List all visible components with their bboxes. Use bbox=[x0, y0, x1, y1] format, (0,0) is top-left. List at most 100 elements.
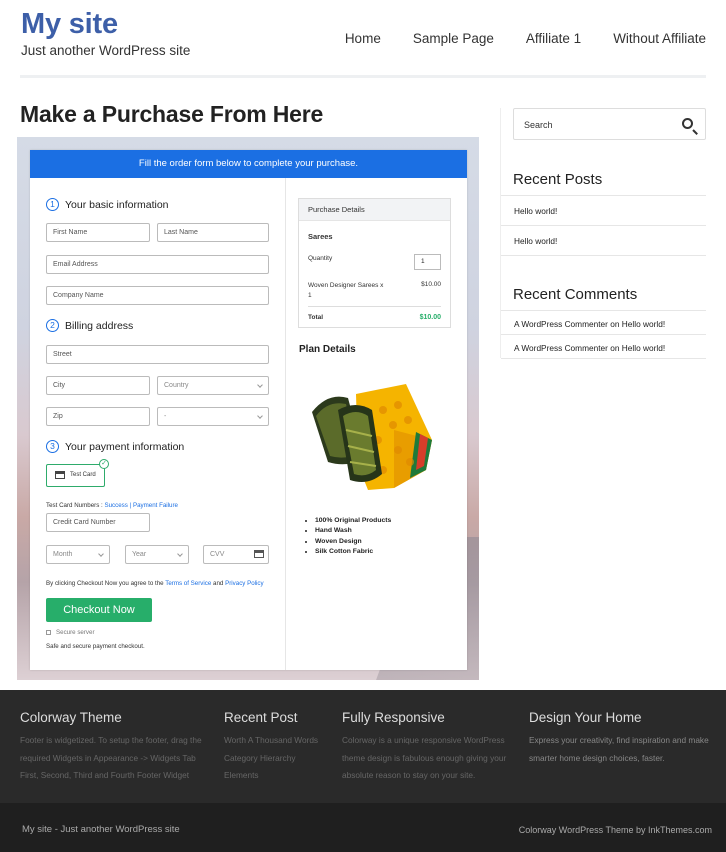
street-input[interactable]: Street bbox=[46, 345, 269, 364]
footer-text-line: theme design is fabulous enough giving y… bbox=[342, 752, 507, 763]
test-card-numbers-label: Test Card Numbers : bbox=[46, 502, 103, 509]
plan-feature: Hand Wash bbox=[315, 526, 391, 536]
payment-failure-link[interactable]: Payment Failure bbox=[133, 502, 178, 509]
credit-card-icon bbox=[254, 550, 264, 558]
comment-post-link[interactable]: Hello world! bbox=[622, 343, 665, 353]
order-form-card: Fill the order form below to complete yo… bbox=[30, 150, 467, 670]
divider bbox=[501, 195, 706, 196]
footer-post-link[interactable]: Worth A Thousand Words bbox=[224, 732, 318, 750]
divider bbox=[501, 225, 706, 226]
email-input[interactable]: Email Address bbox=[46, 255, 269, 274]
line-item-name: Woven Designer Sarees x 1 bbox=[308, 281, 383, 301]
footer-site-credit[interactable]: My site - Just another WordPress site bbox=[22, 824, 180, 835]
plan-feature: Silk Cotton Fabric bbox=[315, 547, 391, 557]
recent-comments-title: Recent Comments bbox=[513, 286, 638, 303]
checkout-now-button[interactable]: Checkout Now bbox=[46, 598, 152, 622]
chevron-down-icon bbox=[257, 413, 263, 419]
section-basic-info: 1 Your basic information bbox=[46, 198, 169, 211]
footer-text-line: Footer is widgetized. To setup the foote… bbox=[20, 735, 202, 745]
plan-details-title: Plan Details bbox=[299, 344, 356, 355]
privacy-policy-link[interactable]: Privacy Policy bbox=[225, 580, 264, 587]
month-select-value: Month bbox=[53, 551, 73, 558]
country-select-value: Country bbox=[164, 382, 189, 389]
year-select-value: Year bbox=[132, 551, 147, 558]
line-item-name-2: 1 bbox=[308, 292, 312, 299]
last-name-input[interactable]: Last Name bbox=[157, 223, 269, 242]
quantity-input[interactable]: 1 bbox=[414, 254, 441, 270]
comment-on: on bbox=[610, 319, 620, 329]
terms-and: and bbox=[213, 580, 224, 587]
saree-product-image bbox=[312, 384, 432, 490]
zip-input[interactable]: Zip bbox=[46, 407, 150, 426]
footer-col-links: Worth A Thousand Words Category Hierarch… bbox=[224, 732, 318, 785]
footer-text-line: absolute reason to stay on your site. bbox=[342, 770, 476, 780]
search-input[interactable]: Search bbox=[513, 108, 706, 140]
section-billing-address: 2 Billing address bbox=[46, 319, 133, 332]
order-form-banner: Fill the order form below to complete yo… bbox=[30, 150, 467, 178]
cvv-placeholder: CVV bbox=[210, 551, 225, 558]
company-input[interactable]: Company Name bbox=[46, 286, 269, 305]
chevron-down-icon bbox=[177, 551, 183, 557]
nav-affiliate-1[interactable]: Affiliate 1 bbox=[526, 31, 581, 46]
comment-on: on bbox=[610, 343, 620, 353]
chevron-down-icon bbox=[257, 382, 263, 388]
success-link[interactable]: Success bbox=[104, 502, 127, 509]
section-title: Your payment information bbox=[65, 440, 185, 453]
site-tagline: Just another WordPress site bbox=[21, 43, 191, 58]
footer-text-line: required Widgets in Appearance -> Widget… bbox=[20, 752, 196, 763]
chevron-down-icon bbox=[98, 551, 104, 557]
nav-home[interactable]: Home bbox=[345, 31, 381, 46]
plan-feature: 100% Original Products bbox=[315, 516, 391, 526]
link-separator: | bbox=[129, 502, 132, 509]
plan-features-list: 100% Original Products Hand Wash Woven D… bbox=[315, 516, 391, 557]
search-icon[interactable] bbox=[682, 118, 693, 129]
nav-sample-page[interactable]: Sample Page bbox=[413, 31, 494, 46]
footer-post-link[interactable]: Elements bbox=[224, 767, 318, 785]
nav-without-affiliate[interactable]: Without Affiliate bbox=[613, 31, 706, 46]
cvv-input[interactable]: CVV bbox=[203, 545, 269, 564]
city-input[interactable]: City bbox=[46, 376, 150, 395]
comment-post-link[interactable]: Hello world! bbox=[622, 319, 665, 329]
footer-text-line: Colorway is a unique responsive WordPres… bbox=[342, 735, 505, 745]
site-title[interactable]: My site bbox=[21, 8, 118, 41]
terms-of-service-link[interactable]: Terms of Service bbox=[165, 580, 211, 587]
safe-checkout-note: Safe and secure payment checkout. bbox=[46, 643, 145, 650]
step-number: 1 bbox=[46, 198, 59, 211]
credit-card-icon bbox=[55, 471, 65, 479]
section-payment-info: 3 Your payment information bbox=[46, 440, 184, 453]
footer-theme-credit[interactable]: Colorway WordPress Theme by InkThemes.co… bbox=[519, 825, 712, 835]
purchase-details-box: Purchase Details Sarees Quantity 1 Woven… bbox=[298, 198, 451, 328]
line-item-name-1: Woven Designer Sarees x bbox=[308, 282, 384, 289]
footer-col-text: Colorway is a unique responsive WordPres… bbox=[342, 732, 506, 785]
credit-card-number-input[interactable]: Credit Card Number bbox=[46, 513, 150, 532]
line-item-price: $10.00 bbox=[421, 281, 441, 288]
recent-comment: A WordPress Commenter on Hello world! bbox=[514, 319, 665, 329]
test-card-option[interactable]: Test Card ✓ bbox=[46, 459, 109, 487]
footer-bottom-bar: My site - Just another WordPress site Co… bbox=[0, 803, 726, 852]
total-value: $10.00 bbox=[419, 314, 441, 321]
plan-feature: Woven Design bbox=[315, 537, 391, 547]
recent-post-link[interactable]: Hello world! bbox=[514, 206, 557, 216]
comment-author-link[interactable]: A WordPress Commenter bbox=[514, 343, 608, 353]
site-footer: Colorway Theme Footer is widgetized. To … bbox=[0, 690, 726, 803]
main-nav: Home Sample Page Affiliate 1 Without Aff… bbox=[313, 31, 706, 46]
country-select[interactable]: Country bbox=[157, 376, 269, 395]
comment-author-link[interactable]: A WordPress Commenter bbox=[514, 319, 608, 329]
checkout-hero: Fill the order form below to complete yo… bbox=[17, 137, 479, 680]
section-title: Billing address bbox=[65, 319, 134, 332]
test-card-numbers: Test Card Numbers : Success | Payment Fa… bbox=[46, 502, 178, 509]
search-placeholder: Search bbox=[524, 120, 553, 130]
state-select[interactable]: - bbox=[157, 407, 269, 426]
footer-col-title: Design Your Home bbox=[529, 710, 642, 725]
test-card-label: Test Card bbox=[70, 472, 96, 478]
footer-post-link[interactable]: Category Hierarchy bbox=[224, 750, 318, 768]
first-name-input[interactable]: First Name bbox=[46, 223, 150, 242]
year-select[interactable]: Year bbox=[125, 545, 189, 564]
divider bbox=[501, 255, 706, 256]
month-select[interactable]: Month bbox=[46, 545, 110, 564]
recent-post-link[interactable]: Hello world! bbox=[514, 236, 557, 246]
terms-prefix: By clicking Checkout Now you agree to th… bbox=[46, 580, 164, 587]
checkmark-icon: ✓ bbox=[99, 459, 109, 469]
divider bbox=[501, 334, 706, 335]
footer-col-text: Footer is widgetized. To setup the foote… bbox=[20, 732, 202, 785]
